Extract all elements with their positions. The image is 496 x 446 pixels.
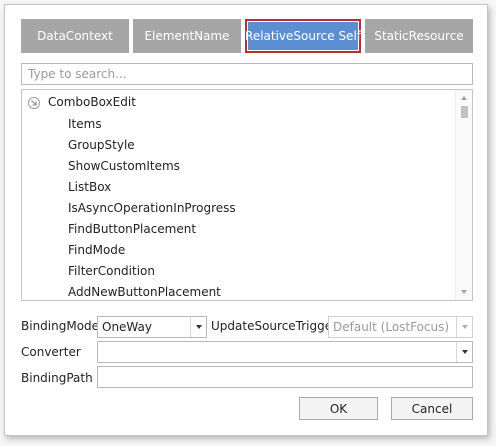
tab-element-name[interactable]: ElementName (133, 19, 241, 53)
property-tree: ComboBoxEdit Items GroupStyle ShowCustom… (21, 89, 473, 301)
binding-path-label: BindingPath (21, 371, 93, 385)
scroll-thumb[interactable] (461, 106, 468, 118)
binding-editor-dialog: DataContext ElementName RelativeSource S… (4, 4, 488, 436)
binding-mode-label: BindingMode (21, 319, 100, 333)
update-source-trigger-value: Default (LostFocus) (333, 320, 450, 334)
vertical-scrollbar[interactable] (455, 90, 472, 300)
converter-select[interactable] (97, 341, 473, 363)
ok-button[interactable]: OK (299, 397, 378, 420)
scroll-down-icon[interactable] (461, 290, 467, 294)
update-source-trigger-select: Default (LostFocus) (328, 316, 473, 338)
chevron-down-icon[interactable] (190, 317, 206, 337)
chevron-down-icon[interactable] (456, 342, 472, 362)
scroll-up-icon[interactable] (461, 96, 467, 100)
tree-item[interactable]: Items (68, 114, 236, 135)
tree-item[interactable]: FilterCondition (68, 261, 236, 282)
tree-items: Items GroupStyle ShowCustomItems ListBox… (68, 114, 236, 300)
tree-root-label: ComboBoxEdit (48, 95, 136, 109)
tree-item[interactable]: IsAsyncOperationInProgress (68, 198, 236, 219)
update-source-trigger-label: UpdateSourceTrigger (211, 319, 338, 333)
tree-item[interactable]: FindMode (68, 240, 236, 261)
tree-item[interactable]: GroupStyle (68, 135, 236, 156)
collapse-icon[interactable] (28, 97, 40, 109)
binding-mode-select[interactable]: OneWay (97, 316, 207, 338)
tree-item[interactable]: AddNewButtonPlacement (68, 282, 236, 300)
search-input[interactable] (21, 63, 473, 85)
tab-static-resource[interactable]: StaticResource (365, 19, 473, 53)
tab-relative-source-self[interactable]: RelativeSource Self (245, 19, 361, 53)
converter-label: Converter (21, 345, 81, 359)
chevron-down-icon (456, 317, 472, 337)
cancel-button[interactable]: Cancel (391, 397, 473, 420)
binding-path-input[interactable] (97, 366, 473, 388)
tab-data-context[interactable]: DataContext (21, 19, 129, 53)
collapse-arrow-icon (31, 100, 37, 106)
tree-item[interactable]: ShowCustomItems (68, 156, 236, 177)
source-tabs: DataContext ElementName RelativeSource S… (21, 19, 473, 53)
binding-mode-value: OneWay (102, 320, 152, 334)
tree-item[interactable]: ListBox (68, 177, 236, 198)
tree-item[interactable]: FindButtonPlacement (68, 219, 236, 240)
